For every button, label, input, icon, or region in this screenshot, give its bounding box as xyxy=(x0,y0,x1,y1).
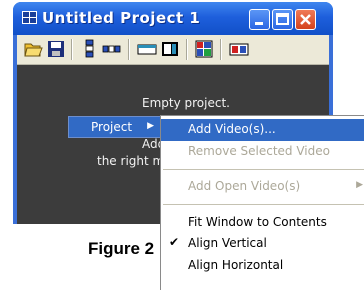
vertical-layout-icon[interactable] xyxy=(79,39,99,59)
menu-item-label: Fit Window to Contents xyxy=(188,215,327,229)
submenu-arrow-icon: ▶ xyxy=(356,180,363,190)
window-title: Untitled Project 1 xyxy=(42,9,201,27)
menu-item-fit-window[interactable]: Fit Window to Contents xyxy=(161,212,364,234)
save-icon[interactable] xyxy=(46,39,66,59)
menu-item-add-videos[interactable]: Add Video(s)... xyxy=(161,119,364,141)
menu-item-align-vertical[interactable]: ✔ Align Vertical xyxy=(161,233,364,255)
close-icon xyxy=(300,14,311,25)
maximize-button[interactable] xyxy=(272,9,293,30)
menu-item-align-horizontal[interactable]: Align Horizontal xyxy=(161,255,364,277)
close-button[interactable] xyxy=(295,9,316,30)
title-bar[interactable]: Untitled Project 1 xyxy=(13,2,333,35)
project-submenu: Add Video(s)... Remove Selected Video Ad… xyxy=(160,115,364,290)
maximize-icon xyxy=(276,13,289,25)
submenu-arrow-icon: ▶ xyxy=(147,121,154,131)
minimize-button[interactable] xyxy=(249,9,270,30)
empty-project-text: Empty project. xyxy=(142,96,230,110)
open-folder-icon[interactable] xyxy=(23,39,43,59)
menu-separator xyxy=(163,204,364,205)
project-menu-label: Project xyxy=(91,120,133,134)
minimize-icon xyxy=(255,22,263,25)
menu-item-add-open-videos[interactable]: Add Open Video(s) ▶ xyxy=(161,176,364,198)
menu-item-label: Align Vertical xyxy=(188,236,267,250)
menu-separator xyxy=(163,169,364,170)
horizontal-layout-icon[interactable] xyxy=(102,39,122,59)
app-icon xyxy=(22,11,37,24)
toolbar xyxy=(17,35,329,65)
frames-icon[interactable] xyxy=(229,39,249,59)
figure-caption: Figure 2 xyxy=(88,239,155,258)
menu-item-label: Align Horizontal xyxy=(188,258,284,272)
context-menu-project-item[interactable]: Project ▶ xyxy=(68,116,161,138)
menu-item-label: Add Video(s)... xyxy=(188,122,276,136)
menu-item-label: Remove Selected Video xyxy=(188,144,330,158)
grid-icon[interactable] xyxy=(194,39,214,59)
hint-text-line-2: the right m xyxy=(97,154,165,168)
window-icon[interactable] xyxy=(137,39,157,59)
checkmark-icon: ✔ xyxy=(169,235,180,249)
fit-icon[interactable] xyxy=(160,39,180,59)
menu-item-label: Add Open Video(s) xyxy=(188,179,301,193)
menu-item-remove-selected-video[interactable]: Remove Selected Video xyxy=(161,141,364,163)
